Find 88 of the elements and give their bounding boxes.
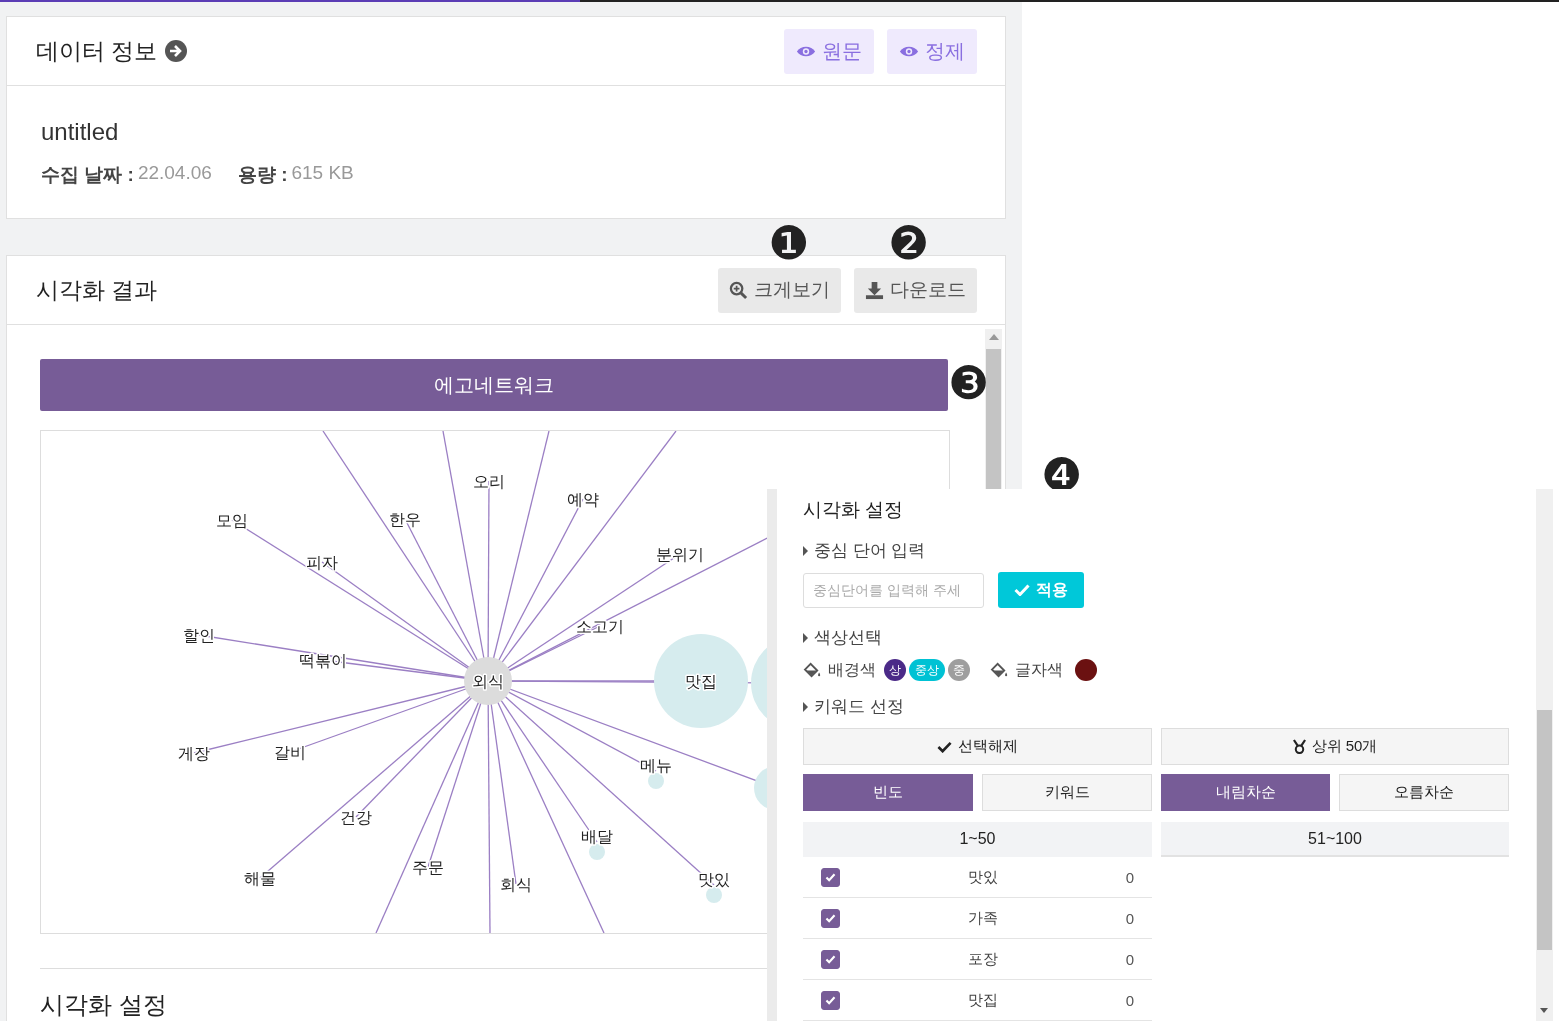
range-tab[interactable]: 1~50	[803, 822, 1152, 857]
node-label: 할인	[183, 627, 215, 644]
callout-number: ❷	[888, 219, 930, 267]
keyword-count: 0	[1125, 950, 1134, 968]
range-tab[interactable]: 51~100	[1161, 822, 1509, 857]
color-label: 글자색	[1015, 659, 1063, 680]
checkbox[interactable]	[821, 949, 840, 969]
sort-toggle[interactable]: 빈도	[803, 774, 973, 811]
node-label: 메뉴	[640, 757, 672, 774]
check-icon	[825, 913, 836, 923]
node-dot	[648, 773, 664, 789]
toolbar-button[interactable]: 크게보기	[718, 267, 841, 313]
section-title: 시각화 설정	[40, 990, 167, 1020]
node-label: 오리	[473, 473, 505, 490]
checkbox[interactable]	[821, 867, 840, 887]
node-label: 건강	[340, 809, 372, 826]
keyword-text: 가족	[966, 908, 999, 928]
sort-toggle[interactable]: 키워드	[982, 774, 1152, 811]
action-button[interactable]: 상위 50개	[1161, 728, 1509, 765]
color-chip[interactable]: 상	[884, 659, 906, 681]
order-toggle[interactable]: 오름차순	[1339, 774, 1509, 811]
node-label: 맛있	[698, 871, 730, 888]
panel-title: 시각화 설정	[803, 498, 905, 522]
node-label: 해물	[244, 870, 276, 887]
text-color-swatch[interactable]	[1075, 659, 1097, 681]
section-heading: 중심 단어 입력	[814, 540, 926, 562]
caret-icon	[803, 701, 808, 712]
card-title: 시각화 결과	[36, 275, 158, 305]
node-label: 떡볶이	[299, 652, 347, 669]
meta-label: 용량 :	[237, 163, 288, 187]
keyword-text: 맛있	[966, 867, 999, 887]
eye-icon	[796, 44, 816, 58]
section-heading: 색상선택	[814, 627, 882, 649]
node-label: 외식	[472, 673, 504, 690]
meta-label: 수집 날짜 :	[41, 163, 134, 187]
arrow-circle-icon[interactable]	[165, 40, 188, 62]
node-label: 갈비	[274, 744, 306, 761]
node-label: 피자	[306, 554, 338, 571]
color-label: 배경색	[828, 659, 876, 680]
scroll-down-icon[interactable]	[1540, 1008, 1548, 1013]
center-word-field[interactable]: 중심단어를 입력해 주세	[803, 572, 984, 608]
check-icon	[1014, 584, 1030, 596]
meta-value: 22.04.06	[137, 162, 212, 185]
check-icon	[825, 872, 836, 882]
eye-icon	[899, 44, 919, 58]
paint-bucket-icon	[990, 661, 1009, 679]
check-icon	[825, 995, 836, 1005]
zoom-in-icon	[729, 280, 748, 300]
check-icon	[825, 954, 836, 964]
order-toggle[interactable]: 내림차순	[1161, 774, 1330, 811]
section-heading: 키워드 선정	[814, 696, 904, 718]
node-label: 예약	[567, 491, 599, 508]
checkbox[interactable]	[821, 908, 840, 928]
callout-number: ❸	[948, 359, 990, 407]
node-label: 맛집	[685, 673, 717, 690]
action-button[interactable]: 선택해제	[803, 728, 1152, 765]
dataset-name: untitled	[41, 118, 120, 146]
keyword-count: 0	[1125, 868, 1134, 886]
node-dot	[706, 887, 722, 903]
node-dot	[589, 844, 605, 860]
meta-value: 615 KB	[291, 162, 354, 185]
keyword-text: 포장	[966, 949, 999, 969]
keyword-count: 0	[1125, 991, 1134, 1009]
node-label: 한우	[389, 511, 421, 528]
title-banner: 에고네트워크	[40, 359, 948, 411]
callout-number: ❹	[1041, 451, 1083, 499]
node-label: 회식	[500, 876, 532, 893]
medal-icon	[1292, 739, 1306, 754]
view-button[interactable]: 정제	[887, 28, 977, 74]
caret-icon	[803, 632, 808, 643]
node-label: 게장	[178, 745, 210, 762]
paint-bucket-icon	[803, 661, 822, 679]
toolbar-button[interactable]: 다운로드	[854, 267, 977, 313]
card-title: 데이터 정보	[36, 36, 158, 66]
caret-icon	[803, 545, 808, 556]
checkbox[interactable]	[821, 990, 840, 1010]
callout-number: ❶	[768, 219, 810, 267]
keyword-text: 맛집	[966, 990, 999, 1010]
download-icon	[865, 280, 884, 300]
center-node	[464, 657, 512, 705]
check-icon	[937, 740, 952, 753]
node-label: 주문	[412, 859, 444, 876]
keyword-count: 0	[1125, 909, 1134, 927]
node-label: 배달	[581, 828, 613, 845]
scrollbar[interactable]	[1536, 489, 1553, 1021]
view-button[interactable]: 원문	[784, 28, 874, 74]
node-label: 분위기	[656, 546, 704, 563]
node-label: 모임	[216, 512, 248, 529]
